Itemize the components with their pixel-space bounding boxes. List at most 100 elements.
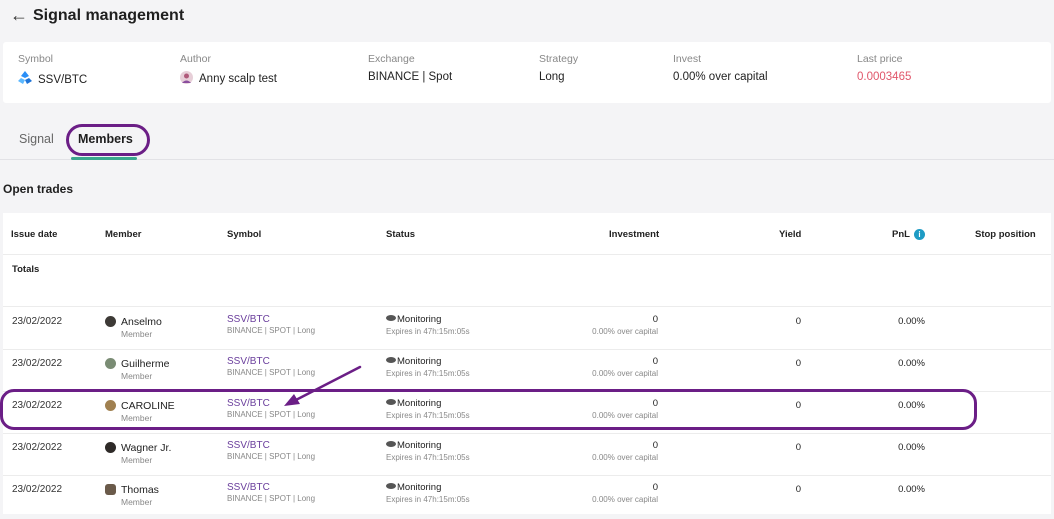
pnl-value: 0.00% (898, 484, 925, 495)
signal-info-card: Symbol SSV/BTC Author Anny scalp test Ex… (3, 42, 1051, 103)
status-text: Monitoring (397, 356, 442, 367)
investment-value: 0 (652, 440, 658, 451)
expires-text: Expires in 47h:15m:05s (386, 453, 470, 462)
status-text: Monitoring (397, 314, 442, 325)
info-exchange: Exchange BINANCE | Spot (368, 53, 452, 83)
arrow-left-icon[interactable]: ← (10, 5, 28, 26)
avatar (105, 316, 116, 327)
investment-detail: 0.00% over capital (592, 453, 658, 462)
investment-detail: 0.00% over capital (592, 369, 658, 378)
investment-cell: 0 0.00% over capital (563, 314, 658, 336)
top-bar: ← Signal management (0, 0, 1054, 36)
col-member[interactable]: Member (105, 229, 141, 240)
yield-value: 0 (795, 442, 801, 453)
yield-value: 0 (795, 316, 801, 327)
totals-row: Totals (3, 255, 1051, 307)
table-row[interactable]: 23/02/2022 Anselmo Member SSV/BTC BINANC… (3, 308, 1051, 350)
member-name: Thomas (121, 484, 159, 496)
yield-value: 0 (795, 358, 801, 369)
member-role: Member (121, 329, 153, 339)
page-title: Signal management (33, 7, 185, 24)
info-author: Author Anny scalp test (180, 53, 277, 87)
investment-cell: 0 0.00% over capital (563, 356, 658, 378)
avatar (105, 358, 116, 369)
symbol-link[interactable]: SSV/BTC (227, 440, 315, 451)
col-pnl-label: PnL (892, 229, 910, 241)
info-invest: Invest 0.00% over capital (673, 53, 768, 83)
avatar (105, 442, 116, 453)
table-row[interactable]: 23/02/2022 Wagner Jr. Member SSV/BTC BIN… (3, 434, 1051, 476)
col-symbol[interactable]: Symbol (227, 229, 261, 240)
eye-icon (386, 357, 396, 364)
pnl-value: 0.00% (898, 442, 925, 453)
eye-icon (386, 441, 396, 448)
open-trades-table: Issue date Member Symbol Status Investme… (3, 213, 1051, 514)
symbol-link[interactable]: SSV/BTC (227, 314, 315, 325)
investment-cell: 0 0.00% over capital (563, 440, 658, 462)
ssv-coin-icon (18, 71, 32, 89)
info-exchange-label: Exchange (368, 53, 415, 65)
symbol-detail: BINANCE | SPOT | Long (227, 326, 316, 335)
expires-text: Expires in 47h:15m:05s (386, 495, 470, 504)
info-symbol: Symbol SSV/BTC (18, 53, 87, 89)
info-invest-value: 0.00% over capital (673, 71, 768, 83)
info-author-label: Author (180, 53, 211, 65)
info-icon[interactable]: i (913, 229, 925, 240)
member-role: Member (121, 497, 153, 507)
issue-date: 23/02/2022 (12, 358, 63, 369)
symbol-cell: SSV/BTC BINANCE | SPOT | Long (227, 440, 315, 461)
info-strategy-label: Strategy (539, 53, 579, 65)
table-row[interactable]: 23/02/2022 Guilherme Member SSV/BTC BINA… (3, 350, 1051, 392)
table-header: Issue date Member Symbol Status Investme… (3, 213, 1051, 255)
yield-value: 0 (795, 484, 801, 495)
member-name: Guilherme (121, 358, 170, 370)
status-text: Monitoring (397, 440, 442, 451)
investment-value: 0 (652, 356, 658, 367)
symbol-detail: BINANCE | SPOT | Long (227, 452, 316, 461)
eye-icon (386, 483, 396, 490)
tab-signal[interactable]: Signal (19, 132, 54, 146)
annotation-highlight-row (0, 389, 977, 430)
investment-value: 0 (652, 314, 658, 325)
info-invest-label: Invest (673, 53, 702, 65)
info-symbol-label: Symbol (18, 53, 54, 65)
pnl-value: 0.00% (898, 316, 925, 327)
totals-label: Totals (12, 264, 40, 275)
investment-detail: 0.00% over capital (592, 495, 658, 504)
status-cell: Monitoring Expires in 47h:15m:05s (386, 314, 470, 336)
col-stop-position[interactable]: Stop position (975, 229, 1036, 240)
table-row[interactable]: 23/02/2022 Thomas Member SSV/BTC BINANCE… (3, 476, 1051, 518)
symbol-detail: BINANCE | SPOT | Long (227, 494, 316, 503)
annotation-arrow-icon (284, 365, 362, 406)
tab-bar: Signal Members (0, 124, 1054, 160)
investment-value: 0 (652, 482, 658, 493)
investment-detail: 0.00% over capital (592, 327, 658, 336)
status-cell: Monitoring Expires in 47h:15m:05s (386, 482, 470, 504)
member-role: Member (121, 455, 153, 465)
issue-date: 23/02/2022 (12, 316, 63, 327)
info-last-price: Last price 0.0003465 (857, 53, 911, 83)
annotation-circle-tab (66, 124, 150, 156)
expires-text: Expires in 47h:15m:05s (386, 369, 470, 378)
info-exchange-value: BINANCE | Spot (368, 71, 453, 83)
symbol-link[interactable]: SSV/BTC (227, 482, 315, 493)
pnl-value: 0.00% (898, 358, 925, 369)
member-role: Member (121, 371, 153, 381)
section-title: Open trades (3, 182, 74, 196)
avatar-icon (180, 71, 193, 87)
issue-date: 23/02/2022 (12, 442, 63, 453)
investment-cell: 0 0.00% over capital (563, 482, 658, 504)
info-symbol-value: SSV/BTC (38, 74, 88, 87)
avatar (105, 484, 116, 495)
col-yield[interactable]: Yield (779, 229, 801, 240)
col-investment[interactable]: Investment (609, 229, 659, 240)
col-issue-date[interactable]: Issue date (11, 229, 57, 240)
expires-text: Expires in 47h:15m:05s (386, 327, 470, 336)
col-pnl[interactable]: PnL i (892, 229, 925, 240)
info-author-value: Anny scalp test (199, 73, 277, 86)
info-strategy-value: Long (539, 71, 565, 83)
info-strategy: Strategy Long (539, 53, 578, 83)
symbol-cell: SSV/BTC BINANCE | SPOT | Long (227, 482, 315, 503)
col-status[interactable]: Status (386, 229, 415, 240)
member-name: Anselmo (121, 316, 162, 328)
